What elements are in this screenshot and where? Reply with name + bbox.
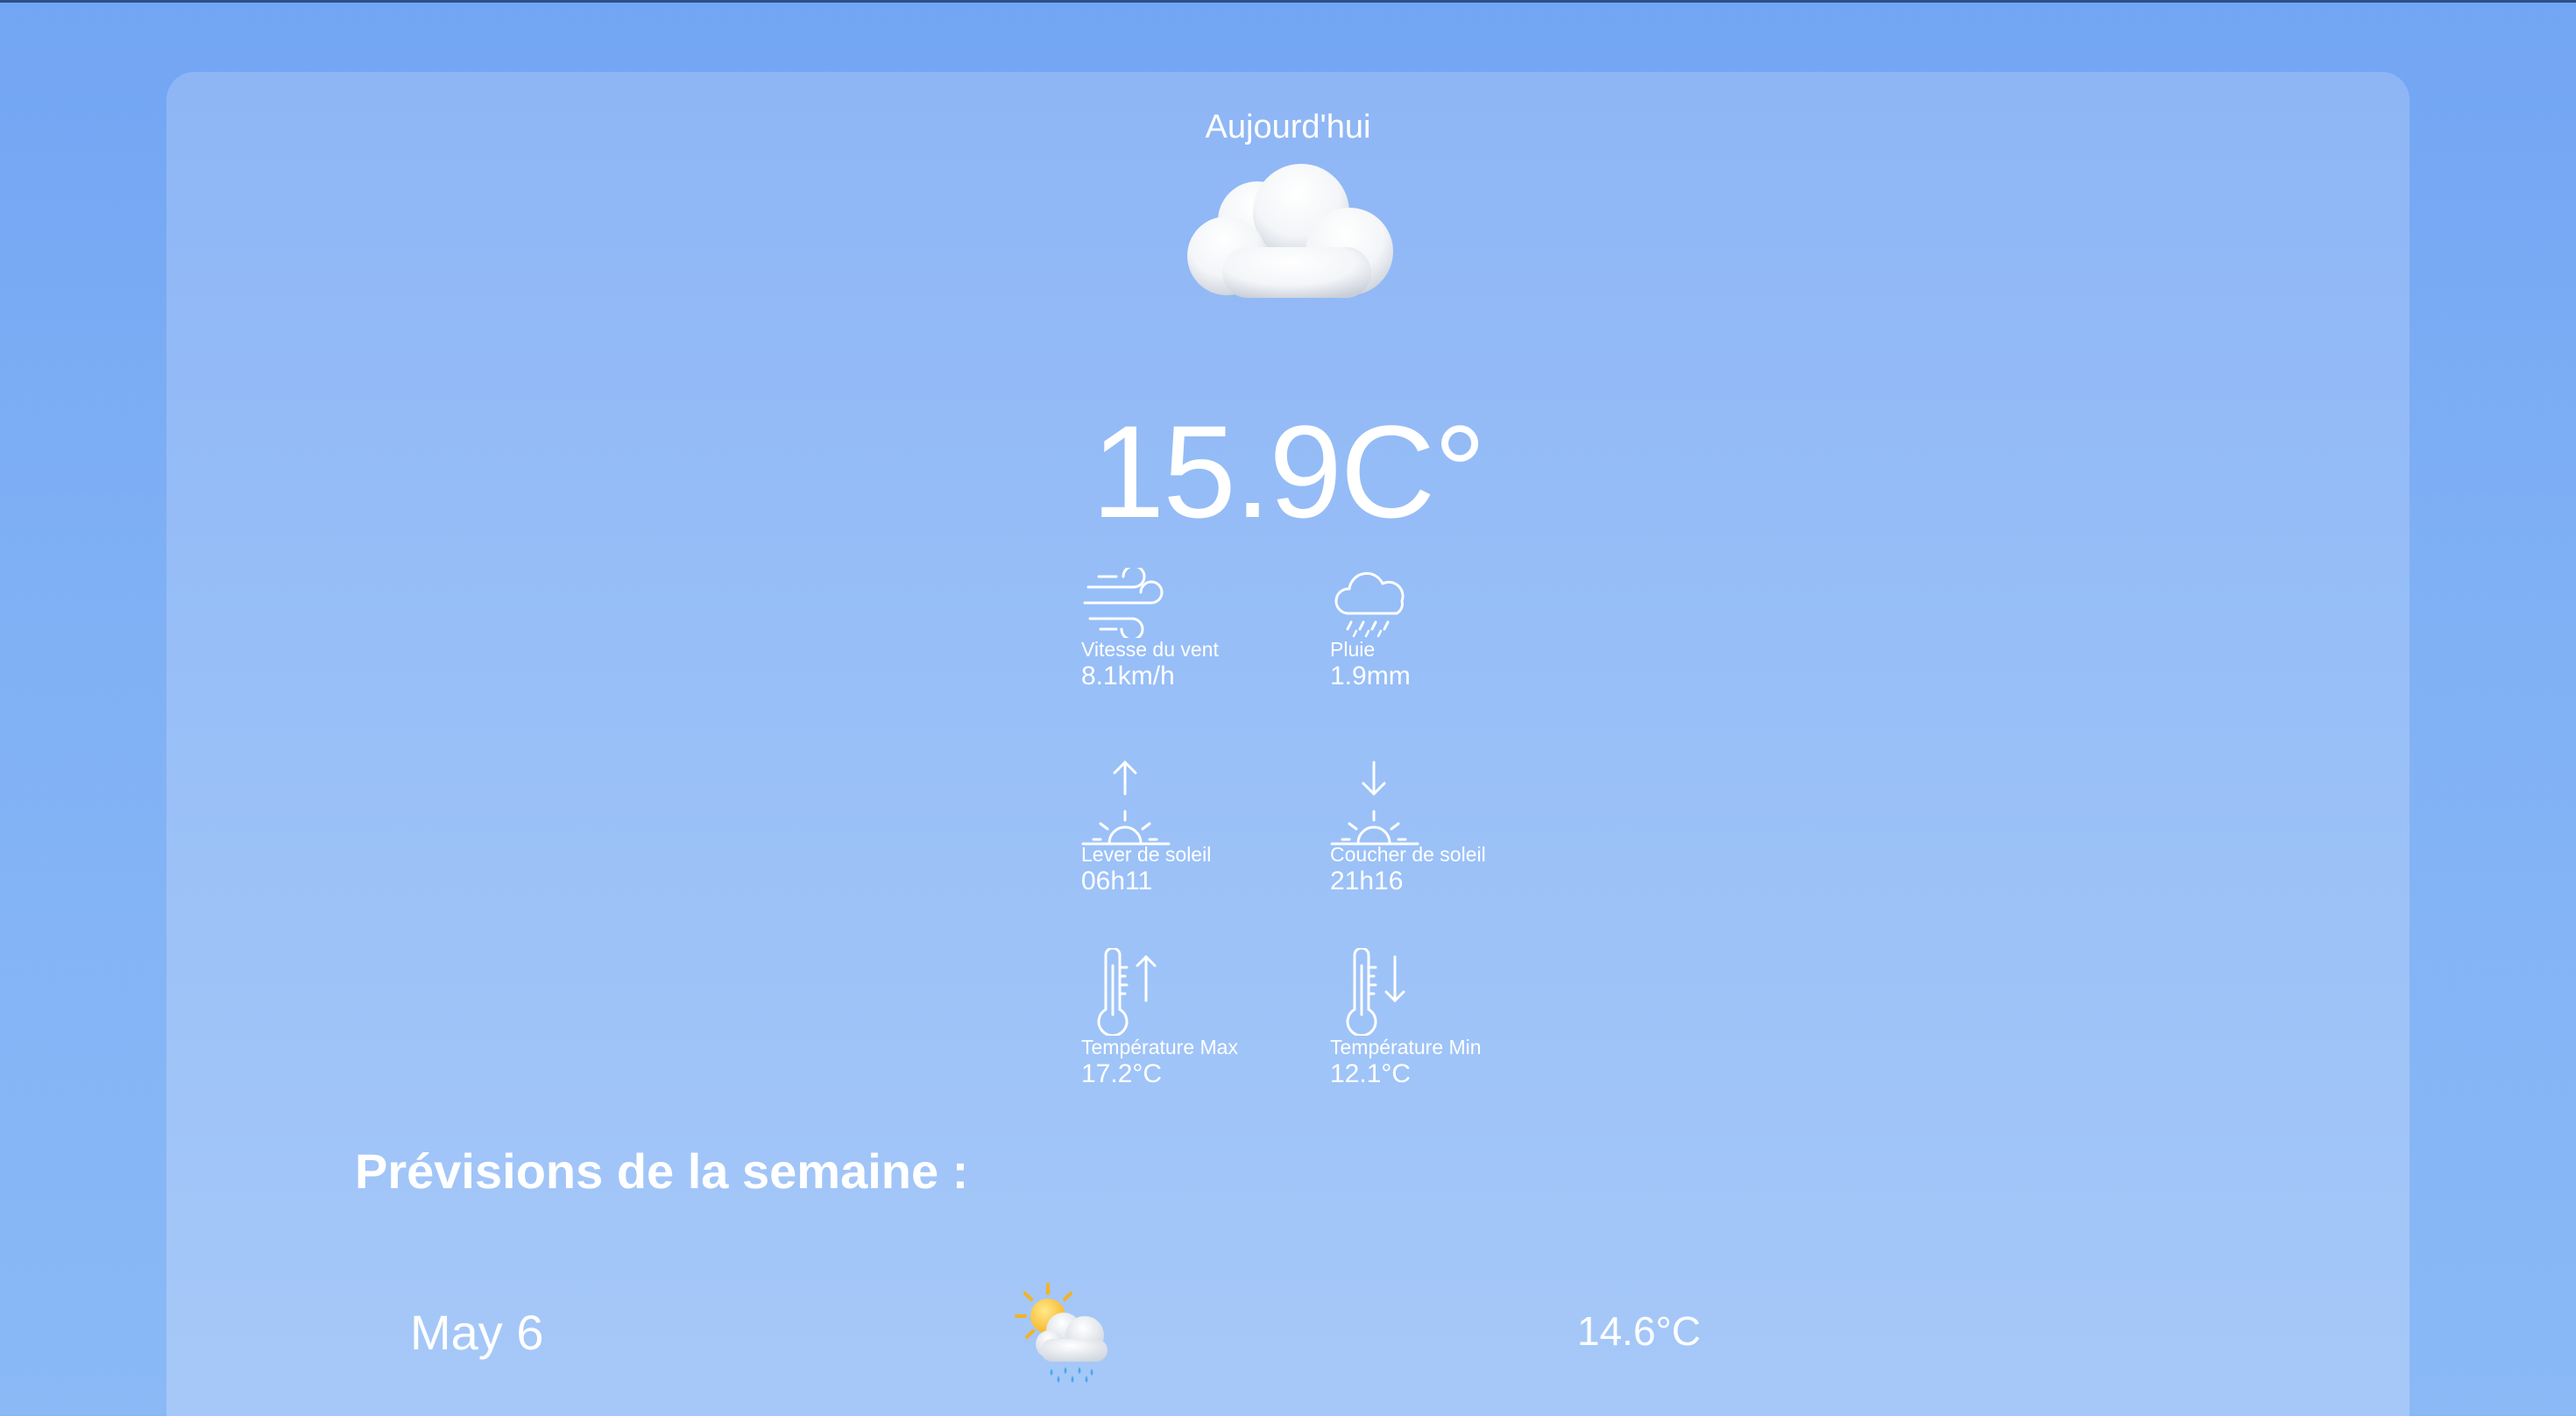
temp-min-label: Température Min [1330, 1036, 1482, 1058]
sunrise-label: Lever de soleil [1081, 843, 1212, 866]
temp-min-stat: Température Min 12.1°C [1330, 948, 1558, 1089]
sunset-icon [1330, 761, 1419, 846]
temp-max-label: Température Max [1081, 1036, 1238, 1058]
temp-min-value: 12.1°C [1330, 1059, 1412, 1088]
rain-label: Pluie [1330, 638, 1376, 661]
temp-max-stat: Température Max 17.2°C [1081, 948, 1309, 1089]
forecast-row: May 6 14.6°C [166, 1281, 2410, 1404]
sunrise-icon [1081, 760, 1171, 846]
window-top-border [0, 0, 2576, 3]
today-label: Aujourd'hui [1205, 109, 1371, 145]
rain-stat: Pluie 1.9mm [1330, 568, 1558, 691]
rain-cloud-icon [1334, 571, 1405, 638]
weather-card: Aujourd'hui 15.9C° Vitesse du vent 8.1km… [166, 72, 2410, 1416]
sunset-stat: Coucher de soleil 21h16 [1330, 755, 1558, 896]
cloud-icon [1187, 164, 1393, 298]
thermometer-down-icon [1346, 948, 1405, 1036]
wind-icon [1083, 568, 1164, 638]
week-forecast-title: Prévisions de la semaine : [355, 1143, 969, 1199]
thermometer-up-icon [1097, 948, 1157, 1036]
temp-max-value: 17.2°C [1081, 1059, 1163, 1088]
sunset-value: 21h16 [1330, 867, 1404, 896]
sun-behind-rain-cloud-icon [1015, 1283, 1108, 1383]
sunrise-value: 06h11 [1081, 867, 1153, 896]
wind-label: Vitesse du vent [1081, 638, 1219, 661]
wind-stat: Vitesse du vent 8.1km/h [1081, 568, 1309, 691]
sunset-label: Coucher de soleil [1330, 843, 1486, 866]
rain-value: 1.9mm [1330, 662, 1411, 690]
sunrise-stat: Lever de soleil 06h11 [1081, 755, 1309, 896]
current-temperature: 15.9C° [1091, 398, 1486, 545]
forecast-date: May 6 [410, 1305, 544, 1360]
wind-value: 8.1km/h [1081, 662, 1175, 690]
forecast-temperature: 14.6°C [1577, 1308, 1702, 1354]
